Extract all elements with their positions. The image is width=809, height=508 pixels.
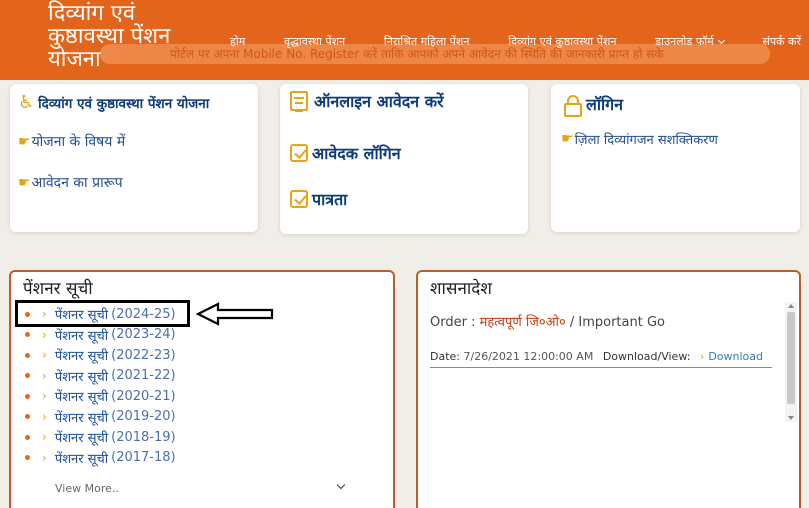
order-title-hindi: महत्वपूर्ण जि०ओ० bbox=[479, 315, 566, 330]
nav-contact[interactable]: संपर्क करें bbox=[762, 34, 801, 49]
download-label: Download/View: bbox=[602, 350, 691, 363]
nav-old-age-pension[interactable]: वृद्धावस्था पेंशन bbox=[284, 34, 345, 49]
bullet-icon bbox=[25, 393, 30, 399]
pensioner-list-year: (2021-22) bbox=[111, 368, 176, 384]
chevron-right-icon: › bbox=[42, 450, 47, 465]
view-more-link[interactable]: View More.. bbox=[55, 482, 119, 495]
link-eligibility-label: पात्रता bbox=[312, 190, 348, 209]
scrollbar-thumb[interactable] bbox=[787, 312, 795, 404]
link-about-scheme[interactable]: ☛ योजना के विषय में bbox=[18, 132, 125, 151]
login-card: लॉगिन ☛ ज़िला दिव्यांगजन सशक्तिकरण bbox=[551, 84, 800, 232]
nav-download-form-label: डाउनलोड फॉर्म bbox=[655, 35, 714, 48]
pensioner-list-item[interactable]: › पेंशनर सूची (2022-23) bbox=[25, 345, 176, 366]
link-application-format[interactable]: ☛ आवेदन का प्रारूप bbox=[18, 173, 123, 192]
bullet-icon bbox=[25, 373, 30, 379]
nav-home[interactable]: होम bbox=[230, 34, 245, 49]
chevron-right-icon: › bbox=[42, 348, 47, 363]
pensioner-list-label: पेंशनर सूची bbox=[54, 369, 109, 385]
lock-icon bbox=[564, 95, 582, 117]
order-title-english: / Important Go bbox=[569, 315, 665, 330]
pointing-hand-icon: ☛ bbox=[561, 131, 574, 147]
scroll-up-icon[interactable] bbox=[788, 304, 794, 308]
chevron-right-icon: › bbox=[42, 327, 47, 342]
logo-line: योजना bbox=[48, 47, 101, 72]
chevron-right-icon: › bbox=[699, 350, 705, 363]
wheelchair-icon: ♿ bbox=[18, 92, 35, 113]
nav-destitute-women-pension[interactable]: निराश्रित महिला पेंशन bbox=[384, 34, 470, 49]
bullet-icon bbox=[25, 434, 30, 440]
login-card-title: लॉगिन bbox=[564, 93, 624, 117]
link-online-apply[interactable]: ऑनलाइन आवेदन करें bbox=[290, 90, 444, 112]
pensioner-list-item[interactable]: › पेंशनर सूची (2017-18) bbox=[25, 448, 176, 469]
link-applicant-login[interactable]: आवेदक लॉगिन bbox=[290, 142, 401, 164]
logo-line: कुष्ठावस्था पेंशन bbox=[48, 24, 171, 49]
link-applicant-login-label: आवेदक लॉगिन bbox=[312, 144, 401, 163]
government-orders-panel: शासनादेश Order : महत्वपूर्ण जि०ओ० / Impo… bbox=[416, 270, 801, 508]
chevron-right-icon: › bbox=[42, 409, 47, 424]
pensioner-list-item[interactable]: › पेंशनर सूची (2023-24) bbox=[25, 325, 176, 346]
pensioner-list-label: पेंशनर सूची bbox=[54, 451, 109, 467]
pensioner-list-item[interactable]: › पेंशनर सूची (2020-21) bbox=[25, 386, 176, 407]
pensioner-list-year: (2023-24) bbox=[111, 327, 176, 343]
pensioner-list-year: (2020-21) bbox=[111, 388, 176, 404]
order-entry[interactable]: Order : महत्वपूर्ण जि०ओ० / Important Go bbox=[430, 312, 665, 330]
pensioner-list-label: पेंशनर सूची bbox=[54, 410, 109, 426]
date-label: Date: bbox=[430, 350, 460, 363]
scheme-card: ♿ दिव्यांग एवं कुष्ठावस्था पेंशन योजना ☛… bbox=[10, 84, 258, 232]
link-eligibility[interactable]: पात्रता bbox=[290, 188, 347, 210]
checkbox-icon bbox=[290, 190, 308, 208]
nav-disability-pension[interactable]: दिव्यांग एवं कुष्ठावस्था पेंशन bbox=[508, 34, 616, 49]
pensioner-list-label: पेंशनर सूची bbox=[54, 349, 109, 365]
pensioner-list-item[interactable]: › पेंशनर सूची (2018-19) bbox=[25, 427, 176, 448]
chevron-down-icon bbox=[717, 36, 725, 45]
login-card-title-text: लॉगिन bbox=[586, 95, 624, 114]
site-header: पोर्टल पर अपना Mobile No. Register करें … bbox=[0, 0, 809, 80]
pensioner-list-label: पेंशनर सूची bbox=[54, 328, 109, 344]
calendar-icon bbox=[290, 91, 308, 112]
download-link[interactable]: Download bbox=[708, 350, 763, 363]
bullet-icon bbox=[25, 352, 30, 358]
highlight-box bbox=[15, 300, 190, 327]
pensioner-list-year: (2017-18) bbox=[111, 450, 176, 466]
link-online-apply-label: ऑनलाइन आवेदन करें bbox=[314, 92, 444, 111]
pensioner-list-year: (2018-19) bbox=[111, 429, 176, 445]
scroll-down-icon[interactable] bbox=[788, 416, 794, 420]
pensioner-list: › पेंशनर सूची (2024-25) › पेंशनर सूची (2023-… bbox=[25, 304, 176, 468]
left-arrow-annotation-icon bbox=[196, 302, 274, 326]
chevron-right-icon: › bbox=[42, 430, 47, 445]
bullet-icon bbox=[25, 455, 30, 461]
pointing-hand-icon: ☛ bbox=[18, 174, 31, 191]
link-district-empowerment[interactable]: ☛ ज़िला दिव्यांगजन सशक्तिकरण bbox=[561, 130, 718, 148]
checkbox-icon bbox=[290, 144, 308, 162]
apply-card: ऑनलाइन आवेदन करें आवेदक लॉगिन पात्रता bbox=[280, 84, 528, 234]
scheme-card-title: ♿ दिव्यांग एवं कुष्ठावस्था पेंशन योजना bbox=[18, 92, 209, 113]
pensioner-list-year: (2022-23) bbox=[111, 347, 176, 363]
date-value: 7/26/2021 12:00:00 AM bbox=[463, 350, 594, 363]
chevron-right-icon: › bbox=[42, 368, 47, 383]
pensioner-list-item[interactable]: › पेंशनर सूची (2019-20) bbox=[25, 407, 176, 428]
government-orders-title: शासनादेश bbox=[430, 279, 492, 299]
link-about-scheme-label: योजना के विषय में bbox=[31, 134, 126, 150]
main-nav: होम वृद्धावस्था पेंशन निराश्रित महिला पे… bbox=[230, 34, 801, 49]
pensioner-list-label: पेंशनर सूची bbox=[54, 431, 109, 447]
chevron-right-icon: › bbox=[42, 389, 47, 404]
link-district-empowerment-label: ज़िला दिव्यांगजन सशक्तिकरण bbox=[574, 133, 718, 148]
pointing-hand-icon: ☛ bbox=[18, 133, 31, 150]
link-application-format-label: आवेदन का प्रारूप bbox=[31, 175, 123, 191]
pensioner-list-item[interactable]: › पेंशनर सूची (2021-22) bbox=[25, 366, 176, 387]
pensioner-list-year: (2019-20) bbox=[111, 409, 176, 425]
pensioner-list-title: पेंशनर सूची bbox=[23, 279, 93, 299]
order-label: Order : bbox=[430, 315, 476, 330]
logo-line: दिव्यांग एवं bbox=[48, 1, 136, 26]
chevron-down-icon[interactable] bbox=[336, 480, 346, 490]
site-logo[interactable]: दिव्यांग एवं कुष्ठावस्था पेंशन योजना bbox=[48, 2, 170, 71]
order-meta: Date: 7/26/2021 12:00:00 AM Download/Vie… bbox=[430, 350, 772, 368]
bullet-icon bbox=[25, 414, 30, 420]
scrollbar[interactable] bbox=[785, 302, 797, 422]
bullet-icon bbox=[25, 332, 30, 338]
pensioner-list-label: पेंशनर सूची bbox=[54, 390, 109, 406]
scheme-card-title-text: दिव्यांग एवं कुष्ठावस्था पेंशन योजना bbox=[38, 95, 210, 112]
nav-download-form[interactable]: डाउनलोड फॉर्म bbox=[655, 34, 725, 49]
